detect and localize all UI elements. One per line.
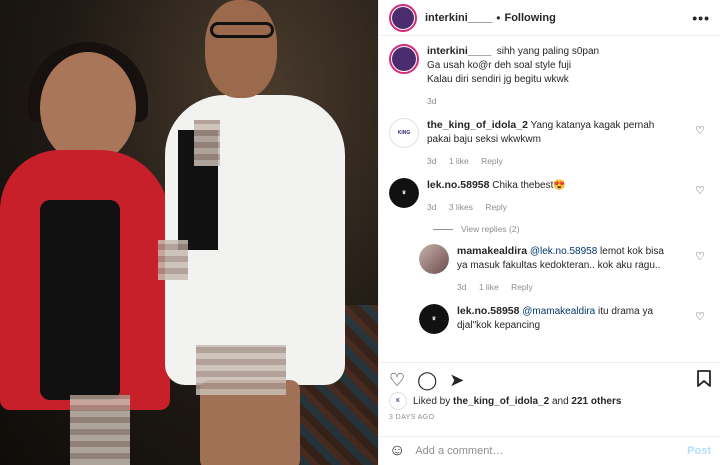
pixelated-censor [196, 345, 286, 395]
reply-username[interactable]: lek.no.58958 [457, 305, 519, 317]
view-replies-label: View replies (2) [461, 224, 520, 234]
reply-time[interactable]: 3d [457, 282, 466, 292]
add-comment-input[interactable]: Add a comment… [415, 445, 503, 457]
author-avatar-image [392, 6, 414, 29]
reply-avatar[interactable]: ♛ [419, 304, 449, 334]
pixelated-censor [70, 395, 130, 465]
right-person-face [205, 0, 277, 98]
reply-comment: mamakealdira @lek.no.58958 lemot kok bis… [419, 244, 711, 294]
post-date[interactable]: 3 DAYS AGO [389, 414, 435, 421]
reply-button[interactable]: Reply [485, 202, 507, 212]
left-person-black-top [40, 200, 120, 400]
comment-username[interactable]: lek.no.58958 [427, 179, 489, 191]
bookmark-icon[interactable] [697, 369, 711, 390]
post-photo[interactable] [0, 0, 378, 465]
heart-icon[interactable]: ♡ [389, 371, 405, 389]
comment-time[interactable]: 3d [427, 156, 436, 166]
comments-list[interactable]: interkini____ sihh yang paling s0pan Ga … [379, 44, 720, 362]
caption-avatar-image [392, 47, 416, 71]
comment-like-heart-icon[interactable]: ♡ [695, 124, 705, 137]
caption-username[interactable]: interkini____ [427, 45, 491, 57]
action-bar: ♡ ◯ ➤ [379, 362, 720, 390]
left-person-face [40, 52, 136, 164]
comment: KING the_king_of_idola_2 Yang katanya ka… [389, 118, 711, 168]
reply-likes[interactable]: 1 like [479, 282, 499, 292]
more-options-icon[interactable]: ••• [692, 10, 710, 26]
caption-line-2: Ga usah ko@r deh soal style fuji [427, 60, 572, 71]
emoji-icon[interactable]: ☺ [389, 442, 405, 460]
reply-like-heart-icon[interactable]: ♡ [695, 310, 705, 323]
likes-prefix: Liked by [413, 395, 451, 407]
reply-button[interactable]: Reply [481, 156, 503, 166]
likes-others[interactable]: 221 others [571, 396, 621, 407]
pixelated-censor [158, 240, 188, 280]
reply-avatar-image [419, 244, 449, 274]
reply-mention[interactable]: @lek.no.58958 [530, 246, 597, 257]
likes-middle: and [551, 395, 569, 407]
separator-dot: • [496, 10, 501, 25]
post-sidebar: interkini____ • Following ••• interkini_… [378, 0, 720, 465]
likes-summary: K Liked by the_king_of_idola_2 and 221 o… [389, 392, 621, 410]
caption-line-3: Kalau diri sendiri jg begitu wkwk [427, 74, 569, 85]
comment-likes[interactable]: 3 likes [449, 202, 473, 212]
comment-likes[interactable]: 1 like [449, 156, 469, 166]
caption-line-1: sihh yang paling s0pan [496, 46, 600, 57]
liker-username[interactable]: the_king_of_idola_2 [453, 396, 549, 407]
comment: ♛ lek.no.58958 Chika thebest😍 3d 3 likes… [389, 178, 711, 214]
reply-avatar-image: ♛ [419, 304, 449, 334]
comment-like-heart-icon[interactable]: ♡ [695, 184, 705, 197]
right-person-glasses [210, 22, 274, 38]
liker-avatar-image: K [389, 392, 407, 410]
reply-avatar[interactable] [419, 244, 449, 274]
view-replies-line [433, 228, 453, 230]
comment-avatar-image: KING [389, 118, 419, 148]
post-comment-button[interactable]: Post [687, 445, 711, 457]
comment-avatar-image: ♛ [389, 178, 419, 208]
add-comment-bar: ☺ Add a comment… Post [379, 436, 720, 465]
comment-text: Chika thebest😍 [492, 180, 566, 191]
caption-time[interactable]: 3d [427, 96, 436, 106]
author-username[interactable]: interkini____ [425, 12, 492, 24]
reply-comment: ♛ lek.no.58958 @mamakealdira itu drama y… [419, 304, 711, 334]
comment-username[interactable]: the_king_of_idola_2 [427, 119, 528, 131]
reply-button[interactable]: Reply [511, 282, 533, 292]
reply-mention[interactable]: @mamakealdira [522, 306, 595, 317]
reply-username[interactable]: mamakealdira [457, 245, 527, 257]
comment-avatar[interactable]: ♛ [389, 178, 419, 208]
reply-like-heart-icon[interactable]: ♡ [695, 250, 705, 263]
view-replies-button[interactable]: View replies (2) [433, 224, 711, 234]
following-button[interactable]: Following [504, 12, 555, 24]
author-avatar[interactable] [389, 3, 417, 32]
comment-icon[interactable]: ◯ [417, 371, 437, 389]
instagram-post: interkini____ • Following ••• interkini_… [0, 0, 720, 465]
bookmark-icon-svg [697, 369, 711, 387]
comment-avatar[interactable]: KING [389, 118, 419, 148]
comment-time[interactable]: 3d [427, 202, 436, 212]
pixelated-censor [194, 120, 220, 166]
caption: interkini____ sihh yang paling s0pan Ga … [389, 44, 711, 108]
caption-avatar[interactable] [389, 44, 419, 74]
post-header: interkini____ • Following ••• [379, 0, 720, 36]
share-icon[interactable]: ➤ [449, 371, 464, 389]
liker-avatar[interactable]: K [389, 392, 407, 410]
